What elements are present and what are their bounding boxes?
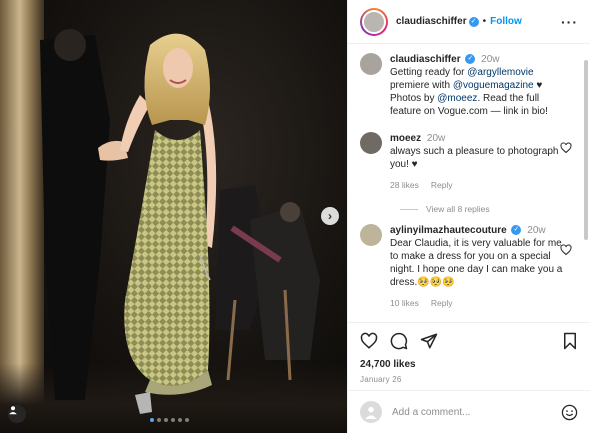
comment-time: 20w — [426, 133, 446, 144]
verified-badge-icon: ✓ — [511, 225, 522, 236]
heart-icon — [360, 332, 378, 349]
person-icon — [9, 406, 17, 415]
verified-badge-icon: ✓ — [468, 16, 479, 27]
like-button[interactable] — [360, 332, 378, 350]
likes-count[interactable]: 24,700 likes — [360, 359, 578, 370]
post-image[interactable]: › — [0, 0, 347, 433]
post-photo-illustration — [40, 29, 320, 414]
save-button[interactable] — [562, 332, 578, 350]
comment-time: 20w — [527, 225, 546, 236]
post-date[interactable]: January 26 — [360, 375, 578, 384]
more-options-icon[interactable]: ··· — [561, 14, 578, 30]
comment-avatar[interactable] — [360, 224, 382, 246]
emoji-button[interactable] — [561, 404, 578, 421]
smiley-icon — [561, 404, 578, 420]
post-panel: claudiaschiffer ✓ • Follow ··· claudiasc… — [347, 0, 590, 433]
author-avatar[interactable] — [360, 7, 388, 36]
post-header: claudiaschiffer ✓ • Follow ··· — [348, 0, 590, 44]
caption-text-2: premiere with — [390, 80, 453, 91]
comment-likes[interactable]: 10 likes — [390, 297, 419, 310]
comment-like-heart-icon[interactable] — [560, 142, 572, 154]
tagged-people-button[interactable] — [8, 405, 26, 423]
carousel-dot — [185, 418, 189, 422]
comment-username[interactable]: moeez — [390, 133, 421, 144]
comment-item: aylinyilmazhautecouture ✓ 20w Dear Claud… — [348, 214, 582, 310]
comment-button[interactable] — [390, 332, 408, 350]
add-comment-bar: Add a comment... — [348, 390, 590, 433]
caption-time: 20w — [481, 54, 500, 65]
comment-bubble-icon — [390, 332, 408, 350]
comments-list[interactable]: claudiaschiffer ✓ 20w Getting ready for … — [348, 45, 582, 318]
bookmark-icon — [564, 332, 576, 350]
caption-username[interactable]: claudiaschiffer — [390, 54, 461, 65]
carousel-dot — [150, 418, 154, 422]
reply-button[interactable]: Reply — [431, 179, 453, 192]
share-button[interactable] — [420, 332, 438, 350]
comment-like-heart-icon[interactable] — [560, 244, 572, 256]
carousel-dot — [171, 418, 175, 422]
carousel-dots — [150, 418, 189, 422]
caption: claudiaschiffer ✓ 20w Getting ready for … — [348, 45, 582, 118]
action-bar: 24,700 likes January 26 — [348, 322, 590, 388]
view-replies-button[interactable]: View all 8 replies — [348, 192, 582, 214]
comment-avatar[interactable] — [360, 132, 382, 154]
mention-moeez[interactable]: @moeez — [437, 93, 477, 104]
carousel-dot — [164, 418, 168, 422]
header-separator: • — [482, 16, 487, 27]
paper-plane-icon — [420, 333, 438, 349]
comment-text: always such a pleasure to photograph you… — [390, 146, 559, 170]
follow-button[interactable]: Follow — [490, 16, 522, 27]
author-username[interactable]: claudiaschiffer — [396, 16, 467, 27]
comment-text: Dear Claudia, it is very valuable for me… — [390, 238, 563, 288]
carousel-dot — [157, 418, 161, 422]
comment-username[interactable]: aylinyilmazhautecouture — [390, 225, 507, 236]
person-icon — [365, 406, 377, 419]
mention-argyllemovie[interactable]: @argyllemovie — [467, 67, 533, 78]
add-comment-input[interactable]: Add a comment... — [392, 407, 561, 418]
mention-voguemagazine[interactable]: @voguemagazine — [453, 80, 534, 91]
verified-badge-icon: ✓ — [465, 54, 476, 65]
view-replies-label: View all 8 replies — [426, 204, 490, 214]
current-user-avatar — [360, 401, 382, 423]
reply-button[interactable]: Reply — [431, 297, 453, 310]
carousel-next-button[interactable]: › — [321, 207, 339, 225]
caption-text-1: Getting ready for — [390, 67, 468, 78]
chevron-right-icon: › — [328, 209, 332, 223]
carousel-dot — [178, 418, 182, 422]
comments-scrollbar[interactable] — [584, 60, 588, 240]
caption-avatar[interactable] — [360, 53, 382, 75]
comment-item: moeez 20w always such a pleasure to phot… — [348, 118, 582, 192]
comment-likes[interactable]: 28 likes — [390, 179, 419, 192]
